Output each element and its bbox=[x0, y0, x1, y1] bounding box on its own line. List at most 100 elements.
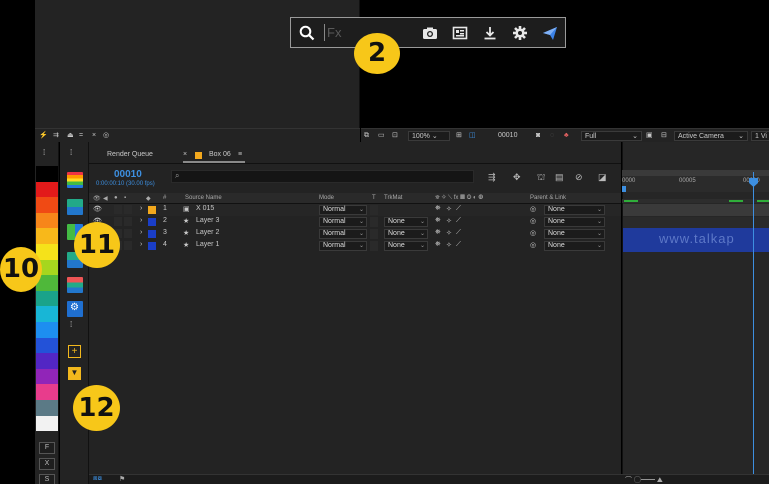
stack-colors-icon[interactable] bbox=[67, 172, 83, 188]
color-swatch[interactable] bbox=[36, 400, 58, 416]
switch-shy-icon[interactable]: ⛯ bbox=[435, 205, 441, 213]
send-icon[interactable] bbox=[542, 25, 558, 41]
expand-chevron-icon[interactable]: › bbox=[140, 217, 142, 224]
layer-row[interactable]: 👁 › 1 ▣ X 015 Normal ⌄ ⛯ ✧ ⟋ ◎ None ⌄ bbox=[89, 204, 621, 216]
layer-row[interactable]: 👁›2★Layer 3Normal⌄None⌄⛯✧⟋◎None⌄ bbox=[89, 216, 621, 228]
resolution-dropdown[interactable]: Full ⌄ bbox=[581, 131, 642, 141]
transparency-grid-icon[interactable]: ◫ bbox=[469, 131, 476, 141]
solo-box[interactable] bbox=[114, 217, 122, 226]
label-button[interactable]: X bbox=[39, 458, 55, 470]
trkmat-dropdown[interactable]: None ⌄ bbox=[384, 217, 428, 227]
tab-render-queue[interactable]: Render Queue bbox=[107, 151, 153, 158]
layer-name[interactable]: Layer 2 bbox=[196, 229, 219, 236]
blend-mode-dropdown[interactable]: Normal ⌄ bbox=[319, 241, 367, 251]
rows-tool-icon[interactable] bbox=[67, 277, 83, 293]
color-swatch[interactable] bbox=[36, 322, 58, 338]
color-swatch[interactable] bbox=[36, 415, 58, 432]
draft-3d-icon[interactable]: ✥ bbox=[513, 172, 521, 183]
lock-box[interactable] bbox=[124, 217, 132, 226]
color-swatch[interactable] bbox=[36, 290, 58, 307]
switch-shy-icon[interactable]: ⛯ bbox=[435, 217, 441, 225]
camera-icon[interactable] bbox=[422, 25, 438, 41]
fast-preview-icon[interactable]: ⊟ bbox=[661, 131, 667, 141]
viewer-timecode[interactable]: 00010 bbox=[498, 131, 517, 141]
range-bar[interactable] bbox=[622, 199, 769, 203]
timeline-search-input[interactable]: ⌕ bbox=[171, 170, 474, 183]
blend-mode-dropdown[interactable]: Normal ⌄ bbox=[319, 205, 367, 215]
eject-icon[interactable]: ⏏ bbox=[67, 131, 74, 141]
current-timecode[interactable]: 00010 bbox=[114, 169, 142, 180]
switch-collapse-icon[interactable]: ✧ bbox=[446, 229, 452, 237]
layer-color-label[interactable] bbox=[148, 242, 156, 250]
switch-quality-icon[interactable]: ⟋ bbox=[456, 217, 461, 225]
track-bar-blue[interactable]: www.talkap bbox=[623, 228, 769, 252]
add-icon[interactable]: + bbox=[68, 345, 81, 358]
track-bar-1[interactable] bbox=[623, 204, 769, 216]
equal-icon[interactable]: = bbox=[79, 131, 83, 141]
layer-name[interactable]: Layer 3 bbox=[196, 217, 219, 224]
lock-box[interactable] bbox=[124, 229, 132, 238]
color-swatch[interactable] bbox=[36, 228, 58, 244]
preserve-transparency-box[interactable] bbox=[370, 241, 378, 251]
time-graph[interactable] bbox=[622, 142, 769, 484]
color-swatch[interactable] bbox=[36, 212, 58, 229]
layers-tool-icon[interactable] bbox=[67, 199, 83, 215]
visibility-eye-icon[interactable]: 👁 bbox=[93, 205, 102, 213]
pickwhip-icon[interactable]: ◎ bbox=[530, 229, 536, 237]
layer-row[interactable]: 👁›4★Layer 1Normal⌄None⌄⛯✧⟋◎None⌄ bbox=[89, 240, 621, 252]
dropdown-icon[interactable]: ▼ bbox=[68, 367, 81, 380]
pickwhip-icon[interactable]: ◎ bbox=[530, 217, 536, 225]
panel-grip[interactable]: ⁞ bbox=[43, 148, 45, 157]
color-swatch[interactable] bbox=[36, 306, 58, 322]
layer-name[interactable]: X 015 bbox=[196, 205, 214, 212]
switch-collapse-icon[interactable]: ✧ bbox=[446, 205, 452, 213]
panel-grip[interactable]: ⁞ bbox=[70, 148, 72, 157]
layer-row[interactable]: 👁›3★Layer 2Normal⌄None⌄⛯✧⟋◎None⌄ bbox=[89, 228, 621, 240]
solo-box[interactable] bbox=[114, 205, 122, 214]
color-swatch[interactable] bbox=[36, 244, 58, 260]
lightning-icon[interactable]: ⚡ bbox=[39, 131, 48, 141]
image-icon[interactable] bbox=[452, 25, 468, 41]
playhead-line[interactable] bbox=[753, 172, 754, 477]
expand-chevron-icon[interactable]: › bbox=[140, 241, 142, 248]
region-icon[interactable]: ⧉ bbox=[364, 131, 369, 141]
zoom-slider[interactable]: ⌒ ◯━━ ⛰ bbox=[625, 475, 663, 484]
label-button[interactable]: F bbox=[39, 442, 55, 454]
camera-dropdown[interactable]: Active Camera ⌄ bbox=[674, 131, 748, 141]
switch-shy-icon[interactable]: ⛯ bbox=[435, 229, 441, 237]
color-swatch[interactable] bbox=[36, 166, 58, 182]
tab-menu-icon[interactable]: ≡ bbox=[238, 151, 242, 158]
layer-color-label[interactable] bbox=[148, 218, 156, 226]
trkmat-dropdown[interactable]: None ⌄ bbox=[384, 241, 428, 251]
fit-icon[interactable]: ⊞ bbox=[456, 131, 462, 141]
color-swatch[interactable] bbox=[36, 384, 58, 400]
work-area-bar[interactable] bbox=[622, 170, 769, 176]
gear-icon[interactable] bbox=[512, 25, 528, 41]
in-point-marker[interactable] bbox=[622, 186, 626, 192]
monitor-icon[interactable]: ▭ bbox=[378, 131, 385, 141]
vr-icon[interactable]: ⊡ bbox=[392, 131, 398, 141]
render-toggle-icon[interactable]: ⧈⧇ bbox=[93, 475, 102, 483]
parent-dropdown[interactable]: None ⌄ bbox=[544, 217, 605, 227]
preserve-transparency-box[interactable] bbox=[370, 229, 378, 239]
channel-icon[interactable]: ♣ bbox=[564, 131, 569, 141]
parent-dropdown[interactable]: None ⌄ bbox=[544, 229, 605, 239]
graph-editor-icon[interactable]: ◪ bbox=[598, 172, 607, 183]
pickwhip-icon[interactable]: ◎ bbox=[530, 205, 536, 213]
frame-blending-icon[interactable]: ▤ bbox=[555, 172, 564, 183]
roi-icon[interactable]: ▣ bbox=[646, 131, 653, 141]
column-source-name[interactable]: Source Name bbox=[185, 195, 222, 201]
lock-box[interactable] bbox=[124, 241, 132, 250]
search-input[interactable]: Fx bbox=[327, 25, 341, 40]
switch-collapse-icon[interactable]: ✧ bbox=[446, 217, 452, 225]
color-swatch[interactable] bbox=[36, 353, 58, 369]
audio-icon[interactable]: ◀ bbox=[103, 195, 108, 202]
close-icon[interactable]: × bbox=[92, 131, 96, 141]
show-snapshot-icon[interactable]: ◌ bbox=[550, 131, 554, 141]
align-icon[interactable]: ⇉ bbox=[53, 131, 59, 141]
label-button[interactable]: S bbox=[39, 474, 55, 484]
preserve-transparency-box[interactable] bbox=[370, 205, 378, 215]
views-dropdown[interactable]: 1 Vi bbox=[751, 131, 769, 141]
switch-quality-icon[interactable]: ⟋ bbox=[456, 241, 461, 249]
tab-box-06[interactable]: Box 06 bbox=[209, 151, 231, 158]
